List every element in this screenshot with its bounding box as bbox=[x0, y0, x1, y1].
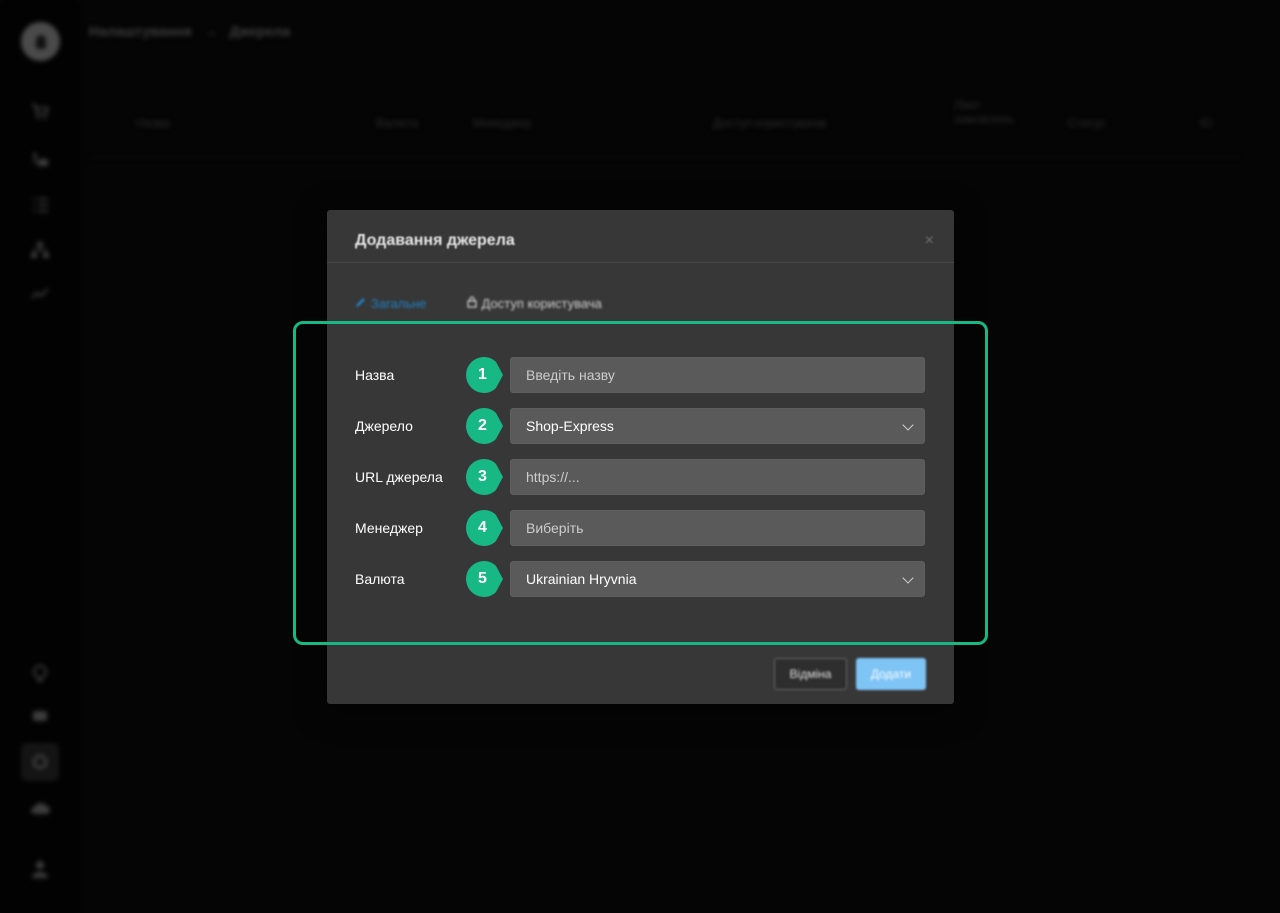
step-marker-3: 3 bbox=[466, 459, 503, 495]
name-input[interactable]: Введіть назву bbox=[510, 357, 925, 393]
modal-title: Додавання джерела bbox=[355, 232, 515, 249]
app-window: Налаштування → Джерела Назва Валюта Мене… bbox=[0, 0, 1280, 913]
tab-user-access[interactable]: Доступ користувача bbox=[466, 296, 602, 311]
column-header[interactable]: Валюта bbox=[376, 116, 418, 130]
lock-icon bbox=[466, 296, 477, 311]
modal-tabs: Загальне Доступ користувача bbox=[355, 296, 602, 311]
chevron-down-icon bbox=[902, 572, 914, 584]
form-row-manager: Менеджер Виберіть bbox=[327, 510, 954, 546]
edit-icon bbox=[355, 296, 366, 311]
step-marker-4: 4 bbox=[466, 510, 503, 546]
form-row-url: URL джерела https://... bbox=[327, 459, 954, 495]
currency-select[interactable]: Ukrainian Hryvnia bbox=[510, 561, 925, 597]
cart-icon[interactable] bbox=[26, 98, 54, 126]
step-marker-1: 1 bbox=[466, 357, 503, 393]
settings-icon[interactable] bbox=[21, 743, 59, 781]
url-input[interactable]: https://... bbox=[510, 459, 925, 495]
breadcrumb-parent[interactable]: Налаштування bbox=[89, 23, 192, 39]
select-value: Ukrainian Hryvnia bbox=[526, 571, 637, 587]
logo[interactable] bbox=[21, 22, 60, 61]
modal-header: Додавання джерела × bbox=[327, 210, 954, 263]
cancel-button[interactable]: Відміна bbox=[774, 658, 847, 690]
chart-icon[interactable] bbox=[26, 280, 54, 308]
step-number: 4 bbox=[478, 519, 487, 536]
hierarchy-icon[interactable] bbox=[26, 236, 54, 264]
add-button[interactable]: Додати bbox=[856, 658, 926, 690]
breadcrumb-separator: → bbox=[203, 23, 218, 39]
table-header: Назва Валюта Менеджер Доступ користувачі… bbox=[90, 88, 1240, 158]
column-header[interactable]: Статус bbox=[1068, 116, 1106, 130]
field-label: Назва bbox=[355, 367, 395, 383]
breadcrumb-current: Джерела bbox=[229, 23, 291, 39]
step-number: 1 bbox=[478, 366, 487, 383]
source-select[interactable]: Shop-Express bbox=[510, 408, 925, 444]
step-marker-5: 5 bbox=[466, 561, 503, 597]
tab-label: Загальне bbox=[371, 296, 427, 311]
user-icon[interactable] bbox=[26, 855, 54, 883]
field-label: Валюта bbox=[355, 571, 405, 587]
manager-select[interactable]: Виберіть bbox=[510, 510, 925, 546]
tab-label: Доступ користувача bbox=[481, 296, 602, 311]
sidebar bbox=[0, 0, 80, 913]
column-header[interactable]: Назва bbox=[136, 116, 170, 130]
column-header[interactable]: Ліміт замовлень bbox=[954, 98, 1024, 126]
field-label: Менеджер bbox=[355, 520, 423, 536]
column-header[interactable]: ID bbox=[1200, 116, 1212, 130]
list-icon[interactable] bbox=[26, 191, 54, 219]
keyhole-icon bbox=[35, 34, 46, 49]
close-icon[interactable]: × bbox=[925, 232, 934, 250]
add-source-modal: Додавання джерела × Загальне Доступ кори… bbox=[327, 210, 954, 704]
form-row-name: Назва Введіть назву bbox=[327, 357, 954, 393]
breadcrumb: Налаштування → Джерела bbox=[89, 23, 290, 39]
delivery-icon[interactable] bbox=[26, 146, 54, 174]
form-row-currency: Валюта Ukrainian Hryvnia bbox=[327, 561, 954, 597]
chat-icon[interactable] bbox=[26, 703, 54, 731]
modal-footer: Відміна Додати bbox=[774, 658, 926, 690]
column-header[interactable]: Менеджер bbox=[473, 116, 531, 130]
bulb-icon[interactable] bbox=[26, 660, 54, 688]
select-value: Shop-Express bbox=[526, 418, 614, 434]
field-label: Джерело bbox=[355, 418, 413, 434]
column-header[interactable]: Доступ користувачів bbox=[713, 116, 826, 130]
tab-general[interactable]: Загальне bbox=[355, 296, 427, 311]
step-number: 3 bbox=[478, 468, 487, 485]
field-label: URL джерела bbox=[355, 469, 443, 485]
step-number: 5 bbox=[478, 570, 487, 587]
cloud-icon[interactable] bbox=[26, 795, 54, 823]
form-row-source: Джерело Shop-Express bbox=[327, 408, 954, 444]
step-marker-2: 2 bbox=[466, 408, 503, 444]
step-number: 2 bbox=[478, 417, 487, 434]
chevron-down-icon bbox=[902, 419, 914, 431]
